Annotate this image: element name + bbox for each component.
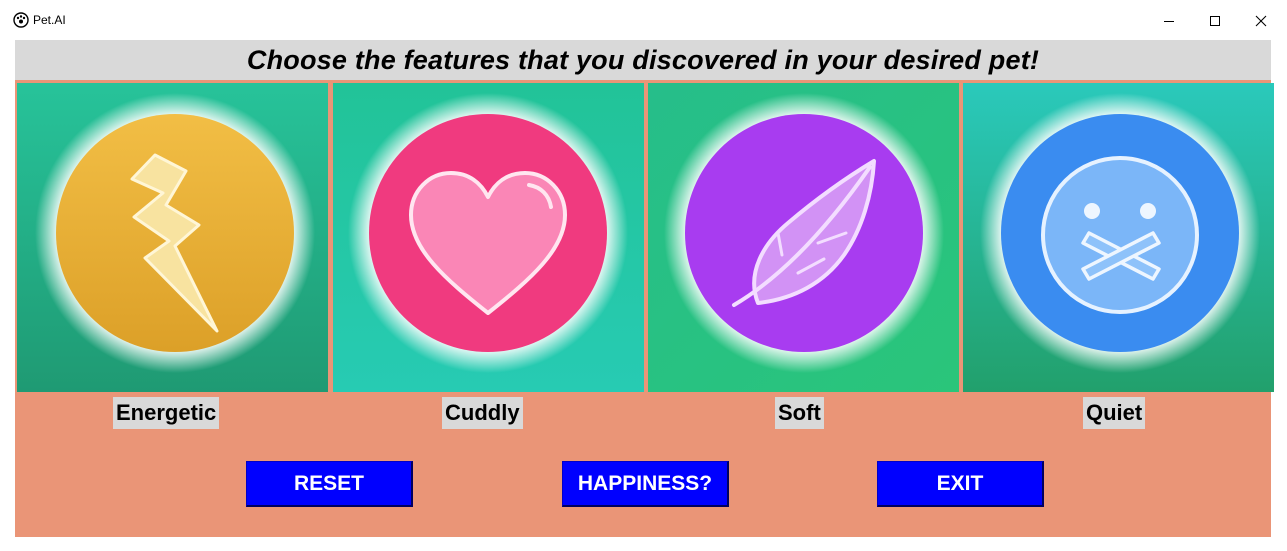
exit-button[interactable]: EXIT — [877, 461, 1044, 507]
page-title: Choose the features that you discovered … — [246, 44, 1040, 75]
happiness-button[interactable]: HAPPINESS? — [562, 461, 729, 507]
feature-label-cuddly: Cuddly — [442, 397, 523, 429]
window-titlebar: Pet.AI — [0, 0, 1287, 40]
minimize-icon — [1164, 21, 1174, 22]
quiet-image — [963, 83, 1274, 392]
maximize-icon — [1210, 16, 1220, 26]
cuddly-image — [333, 83, 644, 392]
feature-tile-soft[interactable] — [648, 83, 959, 392]
mute-face-icon — [1041, 156, 1199, 314]
feature-label-quiet: Quiet — [1083, 397, 1146, 429]
feature-tile-quiet[interactable] — [963, 83, 1274, 392]
reset-button[interactable]: RESET — [246, 461, 413, 507]
feature-label-soft: Soft — [775, 397, 824, 429]
feature-tile-energetic[interactable] — [17, 83, 328, 392]
close-icon — [1255, 15, 1267, 27]
feature-tile-cuddly[interactable] — [333, 83, 644, 392]
close-button[interactable] — [1238, 6, 1284, 36]
window-title: Pet.AI — [33, 13, 66, 27]
energetic-image — [17, 83, 328, 392]
header-bar: Choose the features that you discovered … — [15, 40, 1271, 80]
feature-label-energetic: Energetic — [113, 397, 220, 429]
soft-image — [648, 83, 959, 392]
minimize-button[interactable] — [1146, 6, 1192, 36]
main-panel: Choose the features that you discovered … — [15, 40, 1274, 537]
pet-ai-icon — [13, 12, 29, 28]
maximize-button[interactable] — [1192, 6, 1238, 36]
